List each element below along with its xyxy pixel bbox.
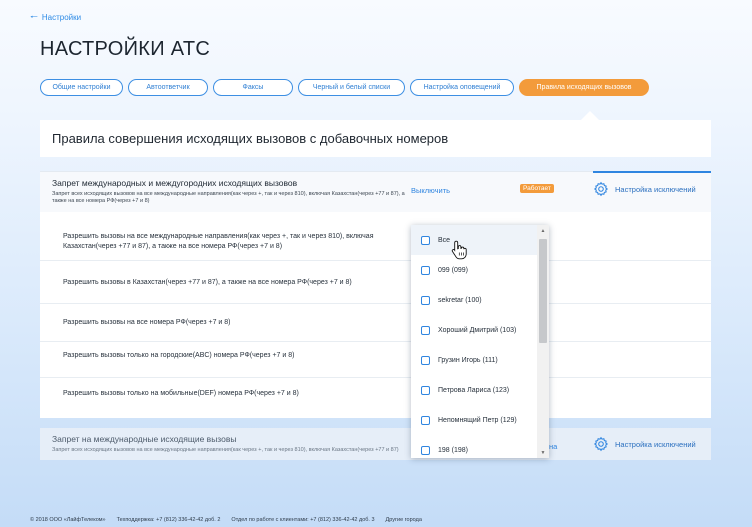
tab-black-white-lists[interactable]: Черный и белый списки: [298, 79, 405, 96]
rule-international-intercity: Запрет международных и междугородних исх…: [40, 171, 711, 213]
footer-other-cities[interactable]: Другие города: [386, 517, 422, 523]
dropdown-option-label: 198 (198): [438, 446, 468, 454]
checkbox[interactable]: [421, 295, 430, 305]
checkbox[interactable]: [421, 355, 430, 365]
footer-clients[interactable]: Отдел по работе с клиентами: +7 (812) 33…: [231, 517, 374, 523]
option-text: Разрешить вызовы на все номера РФ(через …: [63, 319, 231, 326]
tab-outgoing-rules[interactable]: Правила исходящих вызовов: [519, 79, 649, 96]
option-text: Разрешить вызовы на все международные на…: [63, 233, 374, 250]
rule-description: Запрет всех исходящих вызовов на все меж…: [52, 191, 405, 204]
dropdown-option[interactable]: 198 (198): [411, 435, 537, 458]
dropdown-option[interactable]: Непомнящий Петр (129): [411, 405, 537, 435]
tab-notifications[interactable]: Настройка оповещений: [410, 79, 514, 96]
dropdown-option-label: Хороший Дмитрий (103): [438, 326, 517, 334]
exceptions-settings-label: Настройка исключений: [615, 184, 696, 194]
option-text: Разрешить вызовы только на мобильные(DEF…: [63, 390, 299, 397]
tab-faxes[interactable]: Факсы: [213, 79, 293, 96]
gear-icon: [593, 436, 609, 452]
option-row[interactable]: Разрешить вызовы на все номера РФ(через …: [40, 304, 711, 342]
dropdown-option[interactable]: Петрова Лариса (123): [411, 375, 537, 405]
dropdown-option-all[interactable]: Все: [411, 225, 537, 255]
page-title: НАСТРОЙКИ АТС: [40, 38, 211, 60]
scrollbar-thumb[interactable]: [539, 239, 547, 343]
checkbox[interactable]: [421, 415, 430, 425]
checkbox[interactable]: [421, 385, 430, 395]
option-row[interactable]: Разрешить вызовы только на мобильные(DEF…: [40, 378, 711, 417]
scroll-down-icon[interactable]: ▼: [537, 450, 549, 456]
section-title: Правила совершения исходящих вызовов с д…: [52, 131, 449, 146]
dropdown-option[interactable]: Хороший Дмитрий (103): [411, 315, 537, 345]
gear-icon: [593, 181, 609, 197]
option-text: Разрешить вызовы в Казахстан(через +77 и…: [63, 279, 352, 286]
checkbox[interactable]: [421, 325, 430, 335]
dropdown-option[interactable]: Грузин Игорь (111): [411, 345, 537, 375]
section-card: Правила совершения исходящих вызовов с д…: [40, 111, 711, 157]
active-tab-pointer: [581, 111, 599, 120]
exceptions-settings-button[interactable]: Настройка исключений: [593, 436, 696, 452]
footer-support[interactable]: Техподдержка: +7 (812) 336-42-42 доб. 2: [117, 517, 221, 523]
back-link-label: Настройки: [41, 13, 82, 22]
dropdown-option-label: 099 (099): [438, 266, 468, 274]
exceptions-settings-button[interactable]: Настройка исключений: [593, 181, 696, 197]
dropdown-option-label: Все: [438, 236, 451, 244]
tabs-bar: Общие настройки Автоответчик Факсы Черны…: [40, 79, 649, 96]
disable-button[interactable]: Выключить: [411, 186, 450, 195]
option-row[interactable]: Разрешить вызовы только на городские(ABC…: [40, 342, 711, 378]
back-link[interactable]: 🠐 Настройки: [30, 12, 82, 23]
dropdown-option-label: sekretar (100): [438, 296, 482, 304]
dropdown-option-label: Грузин Игорь (111): [438, 356, 498, 364]
checkbox[interactable]: [421, 445, 430, 455]
status-badge: Работает: [520, 184, 554, 193]
checkbox[interactable]: [421, 235, 430, 245]
arrow-left-icon: 🠐: [30, 12, 38, 22]
extensions-dropdown[interactable]: Все 099 (099) sekretar (100) Хороший Дми…: [411, 225, 549, 458]
tab-general[interactable]: Общие настройки: [40, 79, 123, 96]
options-list: Разрешить вызовы на все международные на…: [40, 212, 711, 418]
dropdown-option-label: Непомнящий Петр (129): [438, 416, 517, 424]
rule-title: Запрет международных и междугородних исх…: [52, 178, 298, 188]
settings-active-indicator: [593, 171, 711, 173]
dropdown-option-label: Петрова Лариса (123): [438, 386, 510, 394]
hand-cursor-icon: [451, 240, 467, 260]
rule-international: Запрет на международные исходящие вызовы…: [40, 428, 711, 460]
option-row[interactable]: Разрешить вызовы на все международные на…: [40, 212, 711, 261]
dropdown-scrollbar[interactable]: ▲ ▼: [537, 225, 549, 458]
scroll-up-icon[interactable]: ▲: [537, 228, 549, 234]
dropdown-option[interactable]: sekretar (100): [411, 285, 537, 315]
exceptions-settings-label: Настройка исключений: [615, 439, 696, 449]
option-text: Разрешить вызовы только на городские(ABC…: [63, 352, 295, 359]
toggle-link[interactable]: на: [549, 442, 557, 451]
rule-title: Запрет на международные исходящие вызовы: [52, 434, 237, 444]
dropdown-option[interactable]: 099 (099): [411, 255, 537, 285]
option-row[interactable]: Разрешить вызовы в Казахстан(через +77 и…: [40, 261, 711, 304]
checkbox[interactable]: [421, 265, 430, 275]
footer: © 2018 ООО «ЛайфТелеком» Техподдержка: +…: [30, 517, 422, 523]
footer-copyright: © 2018 ООО «ЛайфТелеком»: [30, 517, 106, 523]
tab-autoresponder[interactable]: Автоответчик: [128, 79, 208, 96]
rule-description: Запрет всех исходящих вызовов на все меж…: [52, 447, 399, 453]
